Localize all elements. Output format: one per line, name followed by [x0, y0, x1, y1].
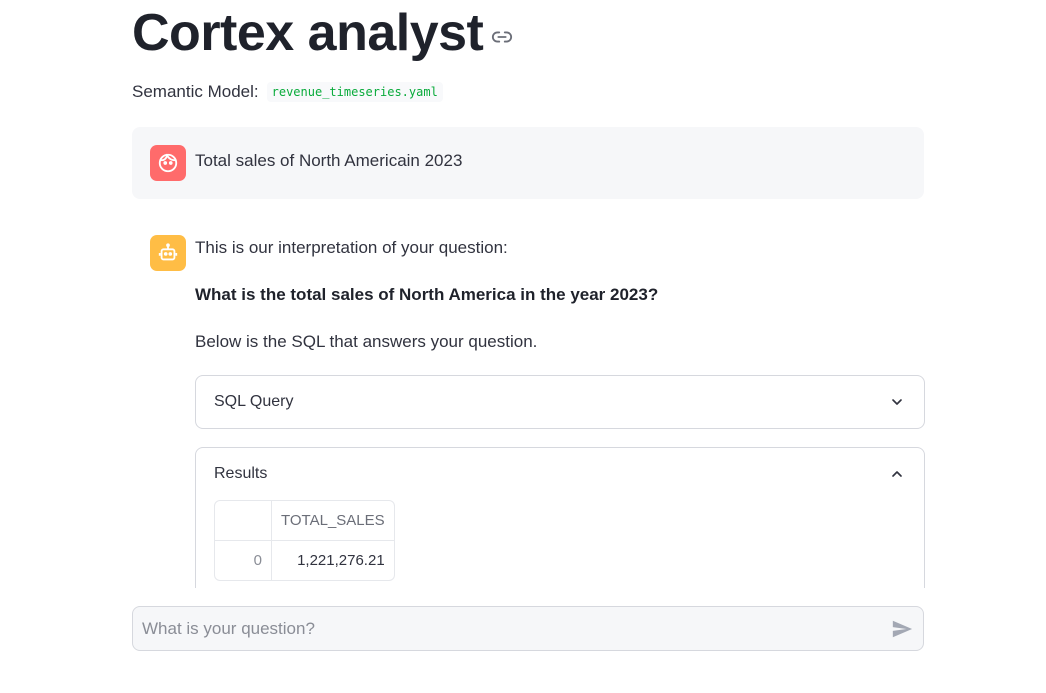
results-cell-total-sales[interactable]: 1,221,276.21 [272, 541, 394, 580]
robot-icon [158, 243, 178, 261]
table-row: 0 1,221,276.21 [215, 541, 394, 580]
assistant-intro-text: This is our interpretation of your quest… [195, 238, 508, 257]
chevron-up-icon[interactable] [888, 465, 906, 483]
sql-query-expander-label: SQL Query [214, 393, 294, 410]
title-row: Cortex analyst [132, 2, 513, 64]
semantic-model-file: revenue_timeseries.yaml [266, 82, 443, 102]
chevron-down-icon[interactable] [888, 393, 906, 411]
send-button[interactable] [890, 617, 914, 641]
results-expander-header[interactable]: Results [214, 465, 906, 483]
page-title: Cortex analyst [132, 4, 484, 62]
user-message: Total sales of North Americain 2023 [132, 127, 924, 199]
results-row-index: 0 [215, 541, 272, 580]
results-index-header [215, 501, 272, 541]
results-column-header-total-sales[interactable]: TOTAL_SALES [272, 501, 394, 541]
user-avatar [150, 145, 186, 181]
app-page: Cortex analyst Semantic Model: revenue_t… [0, 0, 1046, 693]
sql-query-expander-header[interactable]: SQL Query [214, 393, 906, 411]
results-table-header-row: TOTAL_SALES [215, 501, 394, 541]
results-expander-label: Results [214, 465, 268, 482]
semantic-model-label: Semantic Model: [132, 82, 259, 101]
user-face-icon [158, 153, 178, 173]
link-icon[interactable] [491, 26, 513, 48]
send-icon [892, 620, 913, 638]
assistant-sql-intro-text: Below is the SQL that answers your quest… [195, 332, 538, 351]
user-message-text: Total sales of North Americain 2023 [195, 151, 463, 170]
assistant-avatar [150, 235, 186, 271]
sql-query-expander[interactable]: SQL Query [195, 375, 925, 429]
chat-input-container[interactable] [132, 606, 924, 651]
chat-input[interactable] [142, 607, 872, 650]
results-table: TOTAL_SALES 0 1,221,276.21 [214, 500, 395, 581]
assistant-interpretation-text: What is the total sales of North America… [195, 285, 659, 304]
semantic-model-row: Semantic Model: revenue_timeseries.yaml [132, 82, 443, 102]
